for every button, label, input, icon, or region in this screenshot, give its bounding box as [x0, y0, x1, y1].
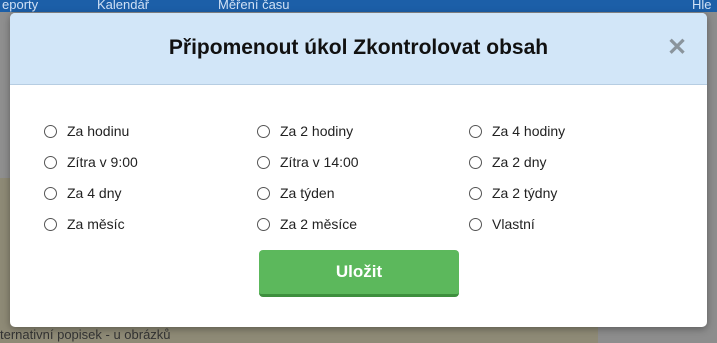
nav-reports: eporty: [2, 0, 39, 12]
radio-icon[interactable]: [44, 124, 57, 138]
radio-icon[interactable]: [44, 186, 57, 200]
nav-search: Hle: [692, 0, 712, 12]
save-button[interactable]: Uložit: [259, 250, 459, 297]
dialog-title: Připomenout úkol Zkontrolovat obsah: [168, 36, 549, 59]
radio-icon[interactable]: [469, 186, 482, 200]
option-za-4-hodiny[interactable]: Za 4 hodiny: [469, 121, 565, 141]
background-topbar: eporty Kalendář Měření času Hle: [0, 0, 717, 12]
radio-icon[interactable]: [469, 155, 482, 169]
background-text-line: ternativní popisek - u obrázků: [0, 327, 171, 342]
reminder-dialog: Připomenout úkol Zkontrolovat obsah ✕ Za…: [10, 13, 707, 327]
option-za-2-tydny[interactable]: Za 2 týdny: [469, 183, 557, 203]
option-za-4-dny[interactable]: Za 4 dny: [44, 183, 121, 203]
option-zitra-14[interactable]: Zítra v 14:00: [257, 152, 359, 172]
dialog-header: Připomenout úkol Zkontrolovat obsah ✕: [10, 13, 707, 85]
close-button[interactable]: ✕: [664, 35, 690, 61]
option-za-hodinu[interactable]: Za hodinu: [44, 121, 129, 141]
nav-time-tracking: Měření času: [218, 0, 290, 12]
option-za-2-mesice[interactable]: Za 2 měsíce: [257, 214, 357, 234]
option-za-2-dny[interactable]: Za 2 dny: [469, 152, 546, 172]
radio-icon[interactable]: [257, 124, 270, 138]
radio-icon[interactable]: [44, 155, 57, 169]
radio-icon[interactable]: [44, 217, 57, 231]
radio-icon[interactable]: [257, 186, 270, 200]
option-za-tyden[interactable]: Za týden: [257, 183, 334, 203]
option-za-2-hodiny[interactable]: Za 2 hodiny: [257, 121, 353, 141]
radio-icon[interactable]: [257, 155, 270, 169]
option-za-mesic[interactable]: Za měsíc: [44, 214, 125, 234]
option-zitra-9[interactable]: Zítra v 9:00: [44, 152, 138, 172]
radio-icon[interactable]: [257, 217, 270, 231]
radio-icon[interactable]: [469, 217, 482, 231]
option-vlastni[interactable]: Vlastní: [469, 214, 535, 234]
radio-icon[interactable]: [469, 124, 482, 138]
nav-calendar: Kalendář: [97, 0, 150, 12]
